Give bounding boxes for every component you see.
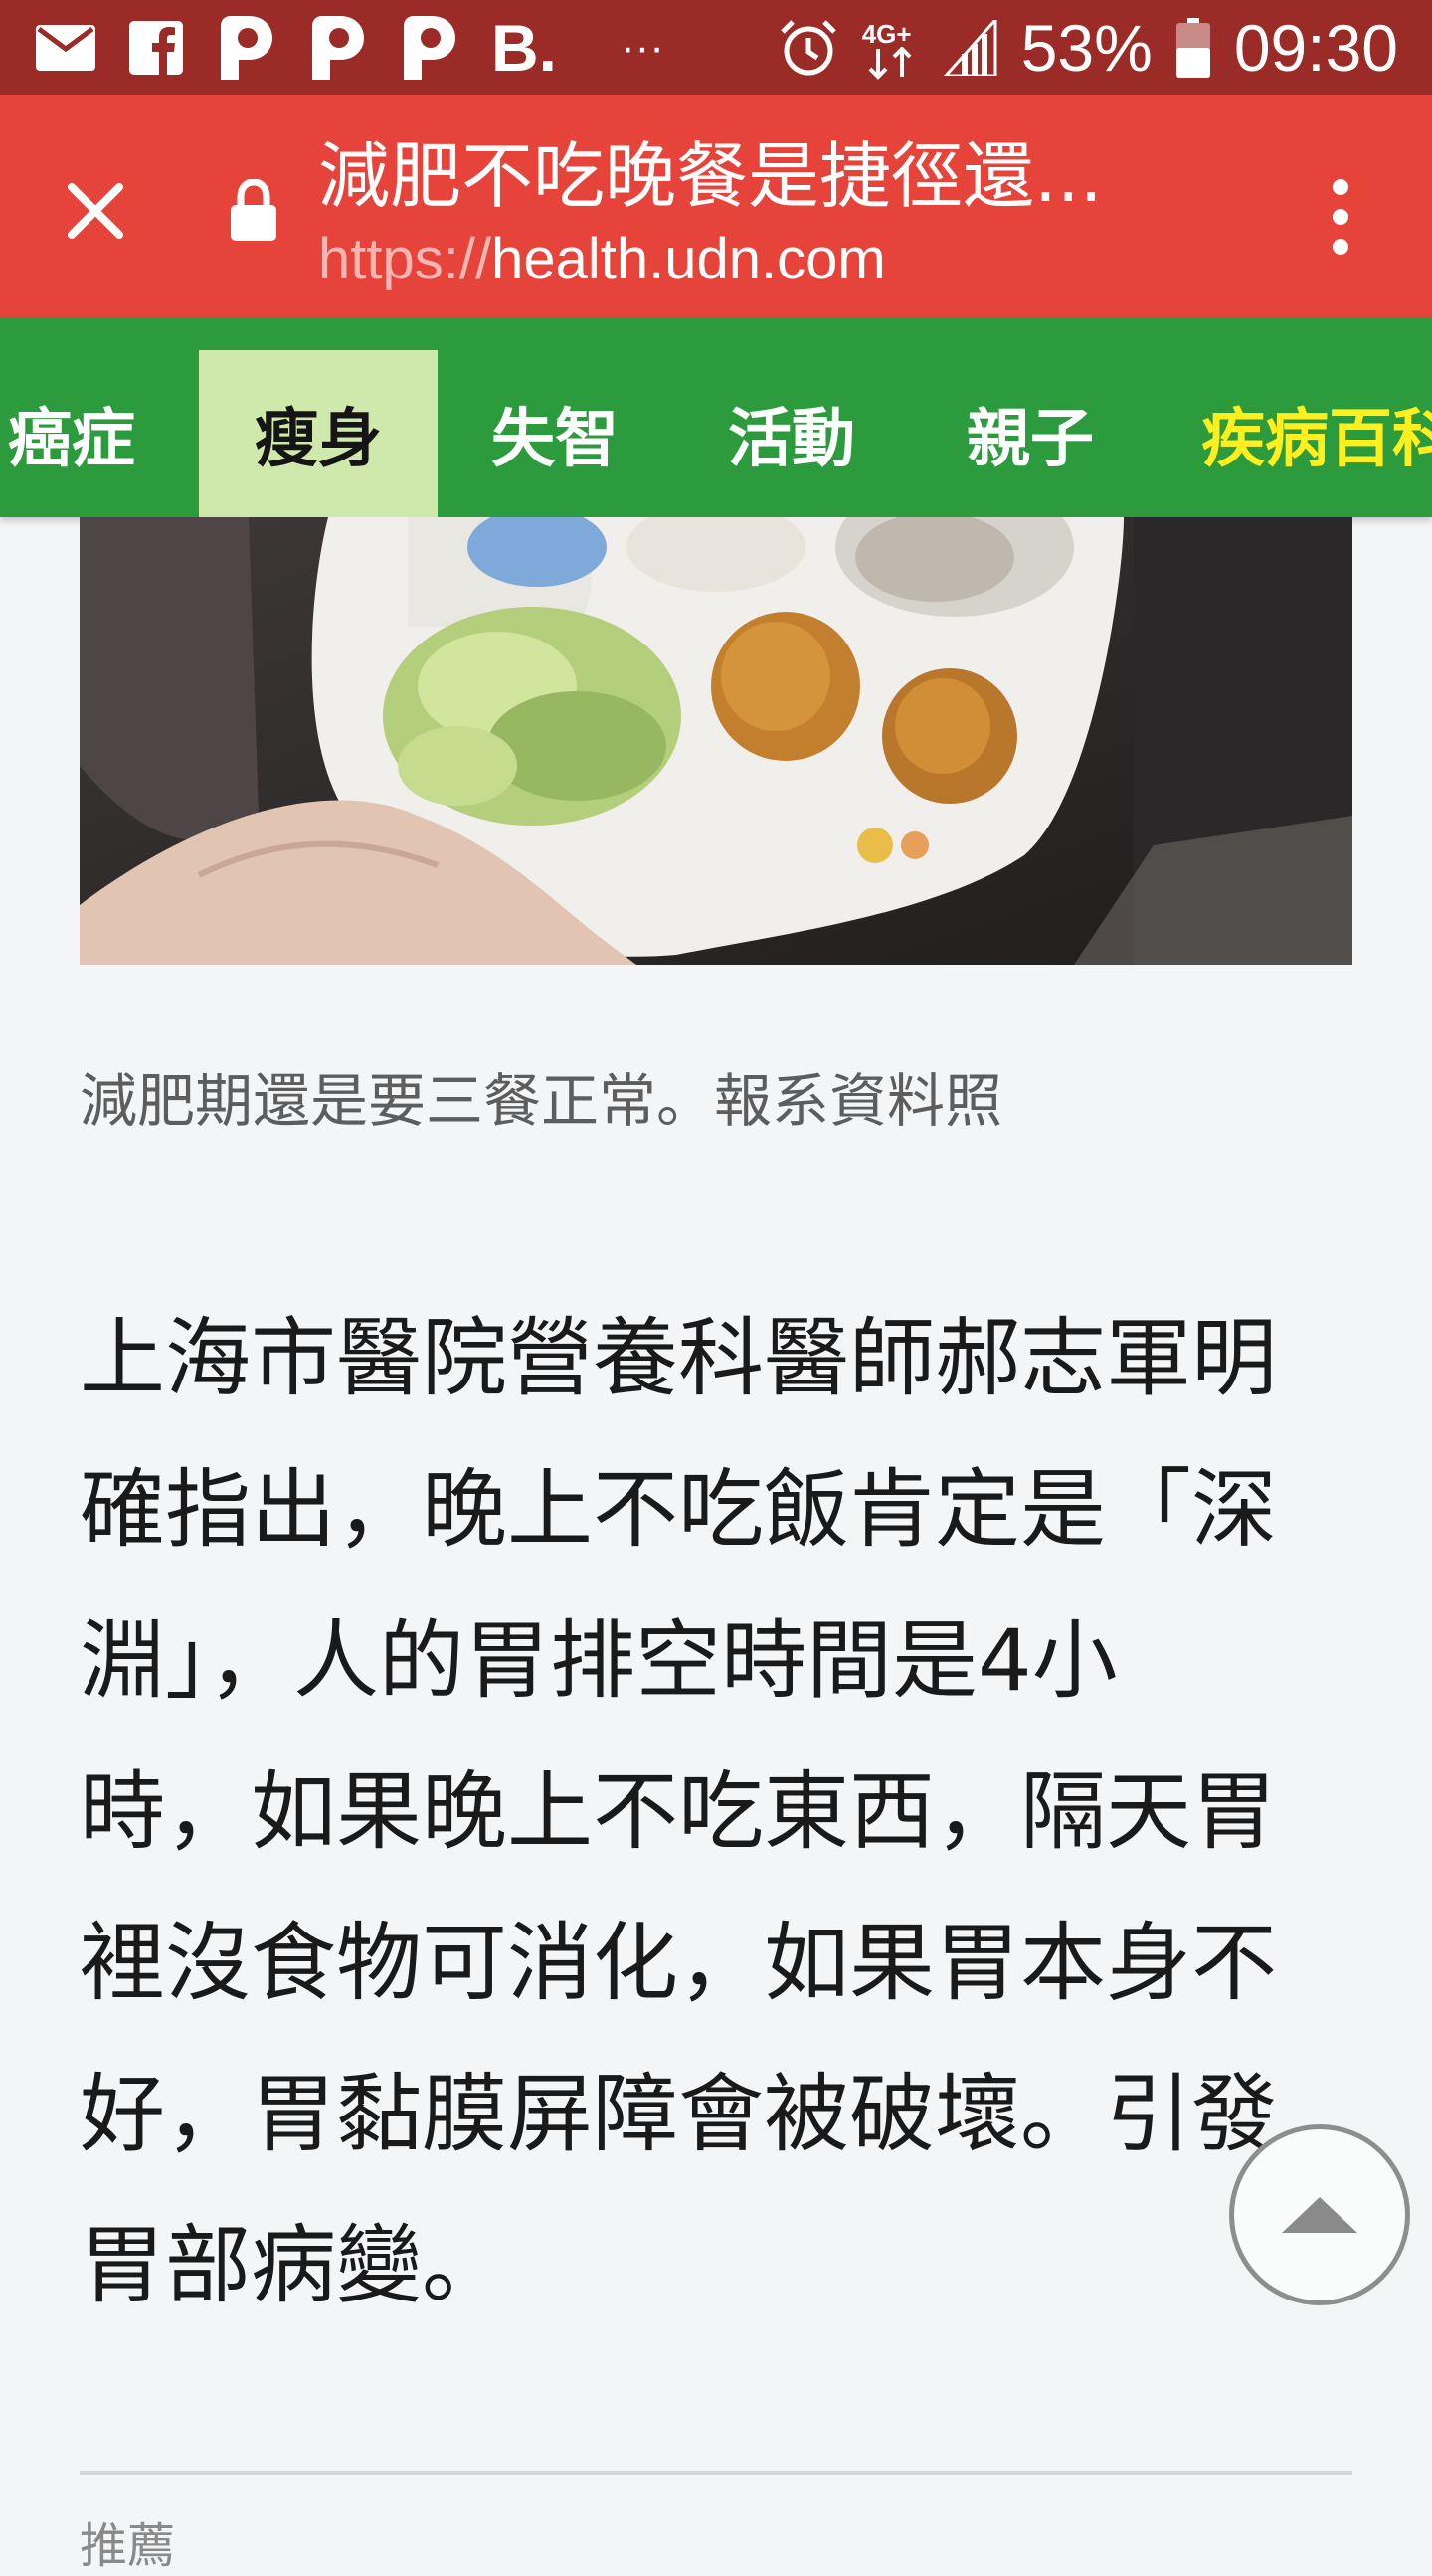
tab-events[interactable]: 活動 [672,350,911,517]
article-line: 時，如果晚上不吃東西，隔天胃 [80,1762,1277,1862]
article-line: 上海市醫院營養科醫師郝志軍明 [80,1309,1277,1408]
article-line: 確指出，晚上不吃飯肯定是「深 [80,1460,1277,1560]
close-icon[interactable] [50,165,141,257]
article-line: 好，胃黏膜屏障會被破壞。引發 [80,2065,1277,2164]
photo-caption: 減肥期還是要三餐正常。報系資料照 [80,1067,1003,1135]
article-photo [80,517,1352,965]
signal-icon [943,20,997,76]
tab-slimming[interactable]: 瘦身 [199,350,438,517]
more-vert-icon[interactable] [1311,167,1370,267]
facebook-icon [129,21,183,75]
battery-percent: 53% [1020,11,1153,85]
meal-plate-illustration [80,517,1352,965]
section-divider [80,2471,1352,2475]
url-host: health.udn.com [491,227,886,291]
url-scheme: https:// [318,227,492,291]
system-icons: 4G+ 53% 09:30 [779,10,1398,86]
clock: 09:30 [1233,11,1398,85]
p-app-icon [312,16,364,80]
tab-disease-encyclopedia[interactable]: 疾病百科 [1201,350,1432,517]
article-line: 淵」，人的胃排空時間是4小 [80,1611,1118,1711]
tab-dementia[interactable]: 失智 [438,350,672,517]
network-type-icon: 4G+ [861,17,920,80]
network-label: 4G+ [861,19,912,49]
battery-icon [1175,18,1210,78]
page-title[interactable]: 減肥不吃晚餐是捷徑還... [318,133,1203,219]
tab-parenting[interactable]: 親子 [911,350,1150,517]
lock-icon [231,179,276,241]
alarm-icon [780,20,836,76]
tab-cancer[interactable]: 癌症 [0,350,199,517]
status-bar: B. ··· 4G+ 53% 09:30 [0,0,1432,95]
article-line: 裡沒食物可消化，如果胃本身不 [80,1914,1277,2013]
page-url[interactable]: https://health.udn.com [318,225,886,294]
browser-toolbar: 減肥不吃晚餐是捷徑還... https://health.udn.com [0,95,1432,318]
article-body: 上海市醫院營養科醫師郝志軍明 確指出，晚上不吃飯肯定是「深 淵」，人的胃排空時間… [80,1283,1362,2341]
b-app-icon: B. [491,11,557,85]
overflow-indicator: ··· [621,23,664,72]
mail-icon [36,25,95,71]
article-line: 胃部病變。 [80,2216,507,2315]
notification-icons: B. ··· [36,14,664,82]
category-nav: 癌症 瘦身 失智 活動 親子 疾病百科 [0,318,1432,517]
back-to-top-button[interactable] [1229,2124,1410,2305]
recommend-heading: 推薦 [80,2518,176,2574]
p-app-icon [404,16,455,80]
p-app-icon [221,16,272,80]
arrow-up-icon [1282,2197,1357,2233]
